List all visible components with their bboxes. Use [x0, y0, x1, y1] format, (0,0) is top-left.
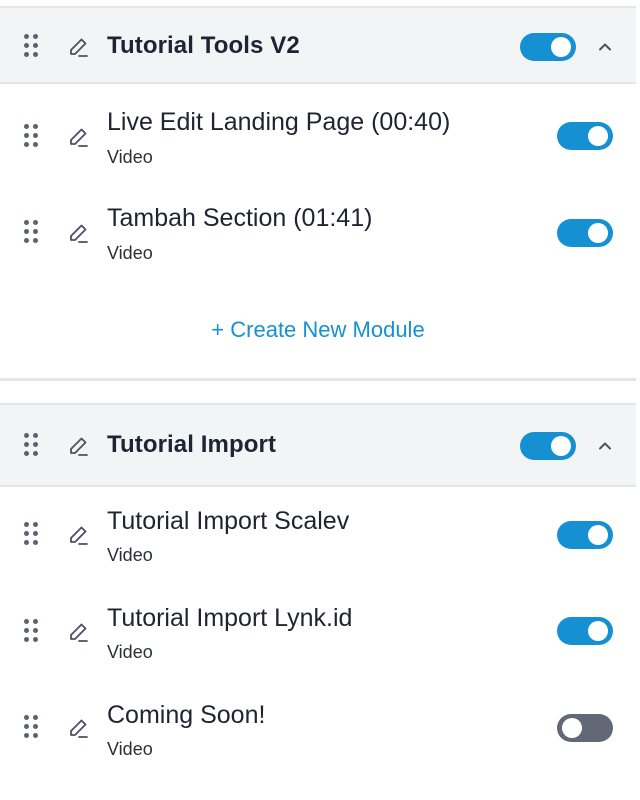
- chevron-up-icon[interactable]: [596, 437, 614, 455]
- drag-handle-icon[interactable]: [24, 34, 40, 58]
- drag-handle-icon[interactable]: [24, 715, 40, 739]
- section-title: Tutorial Tools V2: [107, 32, 300, 59]
- module-type: Video: [107, 739, 153, 759]
- module-title[interactable]: Tutorial Import Scalev: [107, 507, 349, 536]
- toggle-knob: [588, 126, 608, 146]
- section-toggle[interactable]: [520, 33, 576, 61]
- chevron-up-icon[interactable]: [596, 38, 614, 56]
- drag-handle-icon[interactable]: [24, 124, 40, 148]
- module-toggle[interactable]: [557, 219, 613, 247]
- module-toggle[interactable]: [557, 714, 613, 742]
- drag-handle-icon[interactable]: [24, 619, 40, 643]
- drag-handle-icon[interactable]: [24, 220, 40, 244]
- toggle-knob: [562, 718, 582, 738]
- toggle-knob: [588, 223, 608, 243]
- section-divider: [0, 378, 636, 381]
- pencil-icon[interactable]: [66, 125, 90, 149]
- pencil-icon[interactable]: [66, 523, 90, 547]
- section-header: Tutorial Import: [0, 403, 636, 487]
- pencil-icon[interactable]: [66, 35, 90, 59]
- module-title[interactable]: Live Edit Landing Page (00:40): [107, 108, 450, 137]
- section-toggle[interactable]: [520, 432, 576, 460]
- toggle-knob: [588, 525, 608, 545]
- pencil-icon[interactable]: [66, 620, 90, 644]
- module-title[interactable]: Tutorial Import Lynk.id: [107, 604, 352, 633]
- section-title: Tutorial Import: [107, 431, 277, 458]
- toggle-knob: [551, 37, 571, 57]
- module-toggle[interactable]: [557, 122, 613, 150]
- module-type: Video: [107, 147, 153, 167]
- module-title[interactable]: Coming Soon!: [107, 701, 265, 730]
- module-toggle[interactable]: [557, 521, 613, 549]
- toggle-knob: [551, 436, 571, 456]
- drag-handle-icon[interactable]: [24, 433, 40, 457]
- pencil-icon[interactable]: [66, 716, 90, 740]
- toggle-knob: [588, 621, 608, 641]
- pencil-icon[interactable]: [66, 221, 90, 245]
- module-type: Video: [107, 545, 153, 565]
- section-header: Tutorial Tools V2: [0, 6, 636, 84]
- create-new-module-link[interactable]: + Create New Module: [0, 317, 636, 343]
- module-type: Video: [107, 642, 153, 662]
- module-toggle[interactable]: [557, 617, 613, 645]
- drag-handle-icon[interactable]: [24, 522, 40, 546]
- module-type: Video: [107, 243, 153, 263]
- module-title[interactable]: Tambah Section (01:41): [107, 204, 372, 233]
- pencil-icon[interactable]: [66, 434, 90, 458]
